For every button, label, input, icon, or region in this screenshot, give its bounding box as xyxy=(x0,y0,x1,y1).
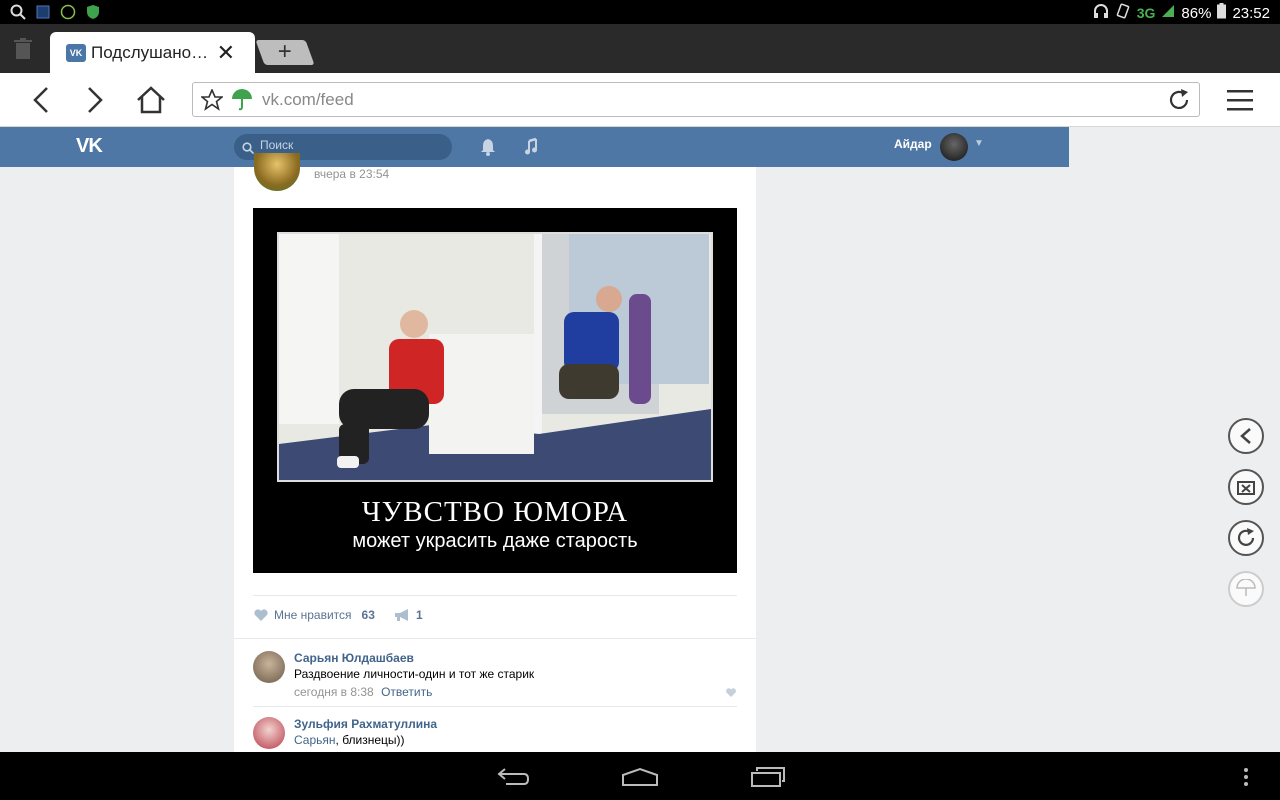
battery-percent: 86% xyxy=(1181,4,1212,22)
tab-title: Подслушано… xyxy=(91,43,209,62)
divider xyxy=(234,638,756,639)
new-tab-button[interactable]: + xyxy=(255,38,315,65)
star-icon[interactable] xyxy=(199,87,225,116)
umbrella-icon xyxy=(231,89,253,116)
vk-logo[interactable]: VK xyxy=(76,135,103,158)
forward-button[interactable] xyxy=(78,83,112,117)
heart-icon xyxy=(726,688,736,697)
image-subtitle: может украсить даже старость xyxy=(352,530,638,552)
mention-link[interactable]: Сарьян xyxy=(294,733,336,747)
browser-toolbar: vk.com/feed xyxy=(0,73,1280,127)
back-button[interactable] xyxy=(24,83,58,117)
nav-recents-button[interactable] xyxy=(748,764,788,790)
bell-icon[interactable] xyxy=(480,138,496,161)
heart-icon xyxy=(254,609,268,621)
chevron-left-icon xyxy=(33,87,48,113)
headphones-icon xyxy=(1093,3,1109,23)
hamburger-icon xyxy=(1227,90,1253,111)
plus-icon: + xyxy=(277,38,292,65)
community-avatar[interactable] xyxy=(254,153,300,191)
clock: 23:52 xyxy=(1232,4,1270,22)
home-button[interactable] xyxy=(134,83,168,117)
home-icon xyxy=(622,767,658,786)
recents-icon xyxy=(751,767,785,787)
comment-avatar[interactable] xyxy=(253,717,285,749)
umbrella-icon xyxy=(1236,579,1256,596)
feed-post: вчера в 23:54 ЧУВСТВО ЮМОРА может украси… xyxy=(234,153,756,752)
search-icon xyxy=(10,4,26,25)
avatar[interactable] xyxy=(940,133,968,161)
shield-icon xyxy=(86,4,100,25)
reload-icon[interactable] xyxy=(1167,88,1191,117)
comment-text: Сарьян, близнецы)) xyxy=(294,733,405,747)
comment-author[interactable]: Сарьян Юлдашбаев xyxy=(294,651,414,665)
photo-illustration xyxy=(279,234,711,480)
tab-close-button[interactable]: ✕ xyxy=(217,40,235,66)
chevron-down-icon[interactable]: ▼ xyxy=(974,138,984,149)
navigation-bar xyxy=(0,752,1280,800)
float-close-tab-button[interactable] xyxy=(1228,469,1264,505)
tab-active[interactable]: VK Подслушано… ✕ xyxy=(50,32,255,73)
more-vertical-icon xyxy=(1244,768,1248,786)
comment-author[interactable]: Зульфия Рахматуллина xyxy=(294,717,437,731)
share-button[interactable]: 1 xyxy=(394,608,423,622)
tab-strip: VK Подслушано… ✕ + xyxy=(0,24,1280,73)
vk-header: VK Поиск Айдар ▼ xyxy=(0,127,1069,167)
search-placeholder: Поиск xyxy=(260,138,294,152)
reload-icon xyxy=(1237,528,1255,546)
url-bar[interactable]: vk.com/feed xyxy=(192,82,1200,117)
reply-button[interactable]: Ответить xyxy=(381,685,432,699)
like-button[interactable]: Мне нравится 63 xyxy=(253,608,375,622)
float-back-button[interactable] xyxy=(1228,418,1264,454)
user-name[interactable]: Айдар xyxy=(894,137,932,151)
music-icon[interactable] xyxy=(524,137,540,160)
rotation-icon xyxy=(1115,3,1131,23)
menu-button[interactable] xyxy=(1223,83,1257,117)
comment-item: Сарьян Юлдашбаев Раздвоение личности-оди… xyxy=(253,651,737,701)
comment-avatar[interactable] xyxy=(253,651,285,683)
search-icon xyxy=(242,141,255,159)
nav-home-button[interactable] xyxy=(620,764,660,790)
divider xyxy=(253,706,737,707)
like-count: 63 xyxy=(361,608,375,622)
image-title: ЧУВСТВО ЮМОРА xyxy=(361,496,629,528)
chevron-right-icon xyxy=(88,87,103,113)
home-icon xyxy=(137,86,165,114)
comment-like-button[interactable] xyxy=(725,685,737,703)
signal-icon xyxy=(1161,4,1175,22)
nav-back-button[interactable] xyxy=(492,764,532,790)
back-arrow-icon xyxy=(497,768,530,785)
divider xyxy=(253,595,737,596)
comment-item: Зульфия Рахматуллина Сарьян, близнецы)) xyxy=(253,717,737,751)
nav-overflow-button[interactable] xyxy=(1236,764,1256,790)
share-count: 1 xyxy=(416,608,423,622)
photo xyxy=(277,232,713,482)
float-umbrella-button[interactable] xyxy=(1228,571,1264,607)
close-tab-icon xyxy=(1237,481,1255,495)
network-type: 3G xyxy=(1136,5,1156,21)
chevron-left-icon xyxy=(1240,428,1251,444)
vk-favicon-icon: VK xyxy=(66,44,86,62)
status-bar: 3G 86% 23:52 xyxy=(0,0,1280,24)
comment-time[interactable]: сегодня в 8:38 xyxy=(294,685,374,699)
post-image[interactable]: ЧУВСТВО ЮМОРА может украсить даже старос… xyxy=(253,208,737,573)
notification-app-icon xyxy=(36,5,50,24)
comment-text-body: , близнецы)) xyxy=(335,733,405,747)
comment-text: Раздвоение личности-один и тот же старик xyxy=(294,667,535,681)
megaphone-icon xyxy=(395,609,408,621)
like-label: Мне нравится xyxy=(274,608,352,622)
float-reload-button[interactable] xyxy=(1228,520,1264,556)
trash-icon[interactable] xyxy=(13,38,33,65)
notification-badge-icon xyxy=(60,4,76,25)
url-text: vk.com/feed xyxy=(262,90,354,109)
comment-meta: сегодня в 8:38 Ответить xyxy=(294,685,432,699)
post-date[interactable]: вчера в 23:54 xyxy=(314,167,389,181)
battery-icon xyxy=(1217,3,1227,23)
